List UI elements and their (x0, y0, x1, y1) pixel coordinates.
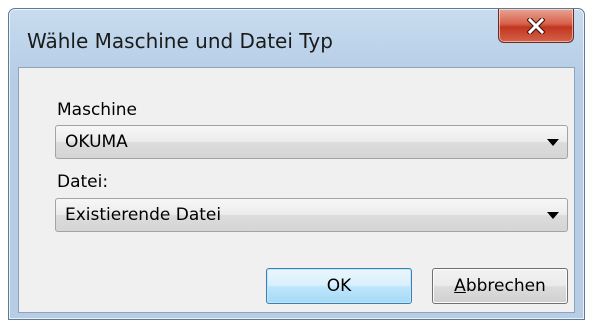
window-title: Wähle Maschine und Datei Typ (27, 29, 333, 53)
file-select[interactable]: Existierende Datei (55, 198, 568, 232)
machine-select[interactable]: OKUMA (55, 125, 568, 159)
close-icon (527, 17, 545, 34)
ok-button[interactable]: OK (266, 268, 412, 304)
cancel-button[interactable]: Abbrechen (432, 268, 568, 304)
chevron-down-icon[interactable] (547, 139, 559, 146)
close-button[interactable] (498, 9, 574, 43)
cancel-button-label: bbrechen (465, 276, 546, 296)
title-bar[interactable]: Wähle Maschine und Datei Typ (9, 9, 584, 67)
chevron-down-icon[interactable] (547, 212, 559, 219)
dialog-window: Wähle Maschine und Datei Typ Maschine OK… (8, 8, 585, 320)
machine-select-value: OKUMA (65, 132, 128, 152)
dialog-content: Maschine OKUMA Datei: Existierende Datei… (18, 67, 575, 313)
machine-label: Maschine (57, 100, 138, 120)
file-select-value: Existierende Datei (65, 205, 222, 225)
ok-button-label: OK (326, 276, 352, 296)
cancel-button-accelerator: A (454, 276, 466, 296)
file-label: Datei: (57, 172, 109, 192)
